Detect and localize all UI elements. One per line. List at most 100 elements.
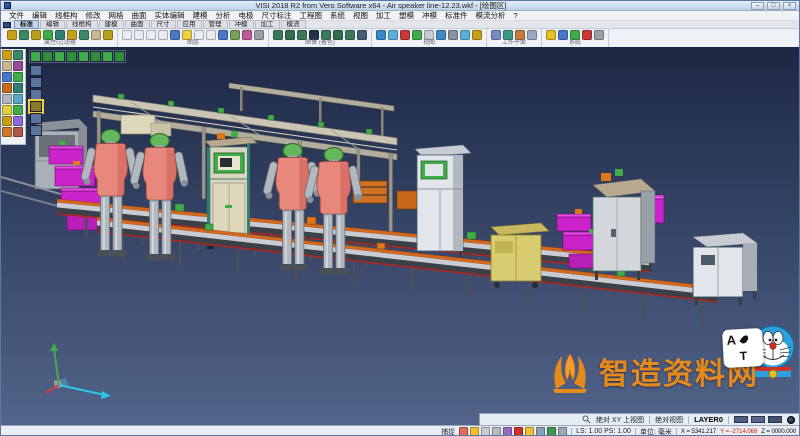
- left-tool-icon[interactable]: [13, 127, 23, 137]
- toolbar-icon[interactable]: [103, 30, 113, 40]
- toolbar-tab[interactable]: 尺寸: [151, 20, 176, 29]
- toolbar-icon[interactable]: [91, 30, 101, 40]
- toolbar-icon[interactable]: [273, 30, 283, 40]
- left-tool-icon[interactable]: [2, 83, 12, 93]
- left-tool-icon[interactable]: [13, 94, 23, 104]
- view-mode-indicator[interactable]: 绝对 XY 上视图: [596, 415, 644, 425]
- toolbar-icon[interactable]: [345, 30, 355, 40]
- scale-indicator[interactable]: LS: 1.00 PS: 1.00: [576, 428, 631, 435]
- snap-toggle-icon[interactable]: [503, 427, 512, 436]
- toolbar-icon[interactable]: [558, 30, 568, 40]
- left-tool-icon[interactable]: [13, 72, 23, 82]
- toolbar-tab[interactable]: 冲模: [229, 20, 254, 29]
- layer-tool-icon[interactable]: [30, 113, 42, 124]
- assembly-tool-icon[interactable]: [78, 51, 89, 62]
- menu-item[interactable]: 视图: [349, 10, 372, 21]
- toolbar-icon[interactable]: [158, 30, 168, 40]
- left-tool-icon[interactable]: [2, 72, 12, 82]
- layer-color-swatch[interactable]: [751, 416, 765, 423]
- assembly-tool-icon[interactable]: [90, 51, 101, 62]
- toolbar-icon[interactable]: [43, 30, 53, 40]
- toolbar-tab[interactable]: 编辑: [40, 20, 65, 29]
- assembly-tool-icon[interactable]: [66, 51, 77, 62]
- toolbar-tab[interactable]: 模流: [281, 20, 306, 29]
- coord-mode-indicator[interactable]: 绝对视图: [655, 415, 683, 425]
- toolbar-icon[interactable]: [309, 30, 319, 40]
- menu-item[interactable]: ?: [510, 11, 522, 20]
- layer-tool-icon[interactable]: [30, 89, 42, 100]
- snap-toggle-icon[interactable]: [514, 427, 523, 436]
- close-button[interactable]: ×: [783, 2, 796, 10]
- toolbar-icon[interactable]: [285, 30, 295, 40]
- left-tool-icon[interactable]: [2, 105, 12, 115]
- minimize-button[interactable]: –: [751, 2, 764, 10]
- toolbar-icon[interactable]: [122, 30, 132, 40]
- layer-color-swatch[interactable]: [768, 416, 782, 423]
- toolbar-anchor-icon[interactable]: [3, 22, 11, 28]
- toolbar-icon[interactable]: [297, 30, 307, 40]
- left-tool-icon[interactable]: [13, 105, 23, 115]
- toolbar-icon[interactable]: [55, 30, 65, 40]
- 3d-viewport[interactable]: 智造资料网 A T: [1, 49, 799, 425]
- toolbar-tab[interactable]: 线框构: [66, 20, 98, 29]
- snap-toggle-icon[interactable]: [459, 427, 468, 436]
- left-tool-icon[interactable]: [2, 116, 12, 126]
- toolbar-icon[interactable]: [333, 30, 343, 40]
- toolbar-tab[interactable]: 曲面: [125, 20, 150, 29]
- snap-toggle-icon[interactable]: [547, 427, 556, 436]
- layer-tool-icon[interactable]: [30, 101, 42, 112]
- toolbar-icon[interactable]: [582, 30, 592, 40]
- status-orb[interactable]: [787, 416, 795, 424]
- assembly-tool-icon[interactable]: [42, 51, 53, 62]
- toolbar-icon[interactable]: [491, 30, 501, 40]
- toolbar-icon[interactable]: [594, 30, 604, 40]
- menu-item[interactable]: 冲模: [418, 10, 441, 21]
- toolbar-icon[interactable]: [67, 30, 77, 40]
- toolbar-tab[interactable]: 管理: [203, 20, 228, 29]
- layer-color-swatch[interactable]: [734, 416, 748, 423]
- toolbar-icon[interactable]: [230, 30, 240, 40]
- toolbar-icon[interactable]: [388, 30, 398, 40]
- toolbar-tab[interactable]: 加工: [255, 20, 280, 29]
- toolbar-icon[interactable]: [472, 30, 482, 40]
- toolbar-icon[interactable]: [218, 30, 228, 40]
- snap-toggle-icon[interactable]: [558, 427, 567, 436]
- snap-toggle-icon[interactable]: [492, 427, 501, 436]
- snap-toggle-icon[interactable]: [481, 427, 490, 436]
- assembly-tool-icon[interactable]: [114, 51, 125, 62]
- snap-toggle-icon[interactable]: [525, 427, 534, 436]
- toolbar-icon[interactable]: [146, 30, 156, 40]
- units-indicator[interactable]: 单位: 毫米: [640, 427, 672, 436]
- assembly-tool-icon[interactable]: [102, 51, 113, 62]
- toolbar-icon[interactable]: [79, 30, 89, 40]
- toolbar-icon[interactable]: [206, 30, 216, 40]
- toolbar-tab[interactable]: 标准: [14, 20, 39, 29]
- toolbar-icon[interactable]: [424, 30, 434, 40]
- layer-tool-icon[interactable]: [30, 125, 42, 136]
- layer-tool-icon[interactable]: [30, 77, 42, 88]
- toolbar-icon[interactable]: [400, 30, 410, 40]
- toolbar-icon[interactable]: [7, 30, 17, 40]
- toolbar-icon[interactable]: [376, 30, 386, 40]
- left-tool-icon[interactable]: [13, 116, 23, 126]
- toolbar-icon[interactable]: [134, 30, 144, 40]
- left-tool-icon[interactable]: [2, 61, 12, 71]
- toolbar-tab[interactable]: 应用: [177, 20, 202, 29]
- left-tool-icon[interactable]: [13, 83, 23, 93]
- toolbar-icon[interactable]: [412, 30, 422, 40]
- menu-item[interactable]: 模流分析: [472, 10, 510, 21]
- toolbar-icon[interactable]: [570, 30, 580, 40]
- toolbar-icon[interactable]: [170, 30, 180, 40]
- left-tool-icon[interactable]: [2, 50, 12, 60]
- toolbar-icon[interactable]: [448, 30, 458, 40]
- left-tool-icon[interactable]: [2, 94, 12, 104]
- left-tool-icon[interactable]: [2, 127, 12, 137]
- active-layer-indicator[interactable]: LAYER0: [694, 415, 723, 424]
- layer-tool-icon[interactable]: [30, 65, 42, 76]
- toolbar-icon[interactable]: [503, 30, 513, 40]
- assembly-tool-icon[interactable]: [54, 51, 65, 62]
- menu-item[interactable]: 标准件: [441, 10, 472, 21]
- menu-item[interactable]: 加工: [372, 10, 395, 21]
- toolbar-icon[interactable]: [31, 30, 41, 40]
- menu-item[interactable]: 塑模: [395, 10, 418, 21]
